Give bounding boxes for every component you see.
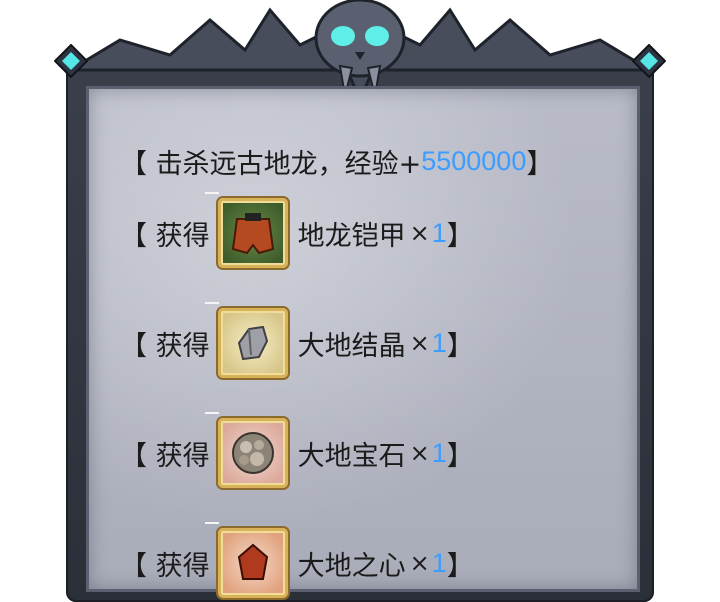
reward-quantity: 1 — [431, 217, 447, 248]
armor-icon[interactable] — [217, 198, 288, 268]
reward-item-name: 大地结晶 — [297, 330, 406, 362]
reward-quantity: 1 — [431, 327, 447, 358]
times-sign: × — [409, 219, 430, 247]
reward-suffix: 】 — [446, 330, 474, 362]
reward-item-name: 地龙铠甲 — [297, 220, 406, 252]
reward-prefix: 【 获得 — [120, 220, 210, 252]
times-sign: × — [409, 439, 430, 467]
crystal-icon[interactable] — [217, 308, 288, 378]
reward-suffix: 】 — [446, 440, 474, 472]
gemstone-icon[interactable] — [217, 418, 288, 488]
reward-line: 【 获得 大地结晶 × 1 】 — [120, 308, 474, 378]
reward-suffix: 】 — [446, 220, 474, 252]
reward-suffix: 】 — [446, 550, 474, 582]
reward-line: 【 获得 大地之心 × 1 】 — [120, 528, 474, 598]
reward-item-name: 大地之心 — [297, 550, 406, 582]
kill-exp-suffix: 】 — [526, 149, 554, 180]
reward-prefix: 【 获得 — [120, 550, 210, 582]
reward-prefix: 【 获得 — [120, 330, 210, 362]
exp-value: 5500000 — [421, 146, 527, 176]
reward-prefix: 【 获得 — [120, 440, 210, 472]
reward-quantity: 1 — [431, 547, 447, 578]
earth-heart-icon[interactable] — [217, 528, 288, 598]
reward-quantity: 1 — [431, 437, 447, 468]
corner-gem-right-icon — [632, 44, 666, 78]
reward-item-name: 大地宝石 — [297, 440, 406, 472]
divider-tick — [205, 412, 219, 414]
times-sign: × — [409, 329, 430, 357]
reward-line: 【 获得 大地宝石 × 1 】 — [120, 418, 474, 488]
reward-line: 【 获得 地龙铠甲 × 1 】 — [120, 198, 474, 268]
kill-exp-message: 【 击杀远古地龙，经验+ 5500000 】 — [120, 142, 553, 181]
kill-exp-prefix: 【 击杀远古地龙，经验+ — [120, 149, 422, 180]
corner-gem-left-icon — [54, 44, 88, 78]
divider-tick — [205, 192, 219, 194]
divider-tick — [205, 302, 219, 304]
times-sign: × — [409, 549, 430, 577]
divider-tick — [205, 522, 219, 524]
